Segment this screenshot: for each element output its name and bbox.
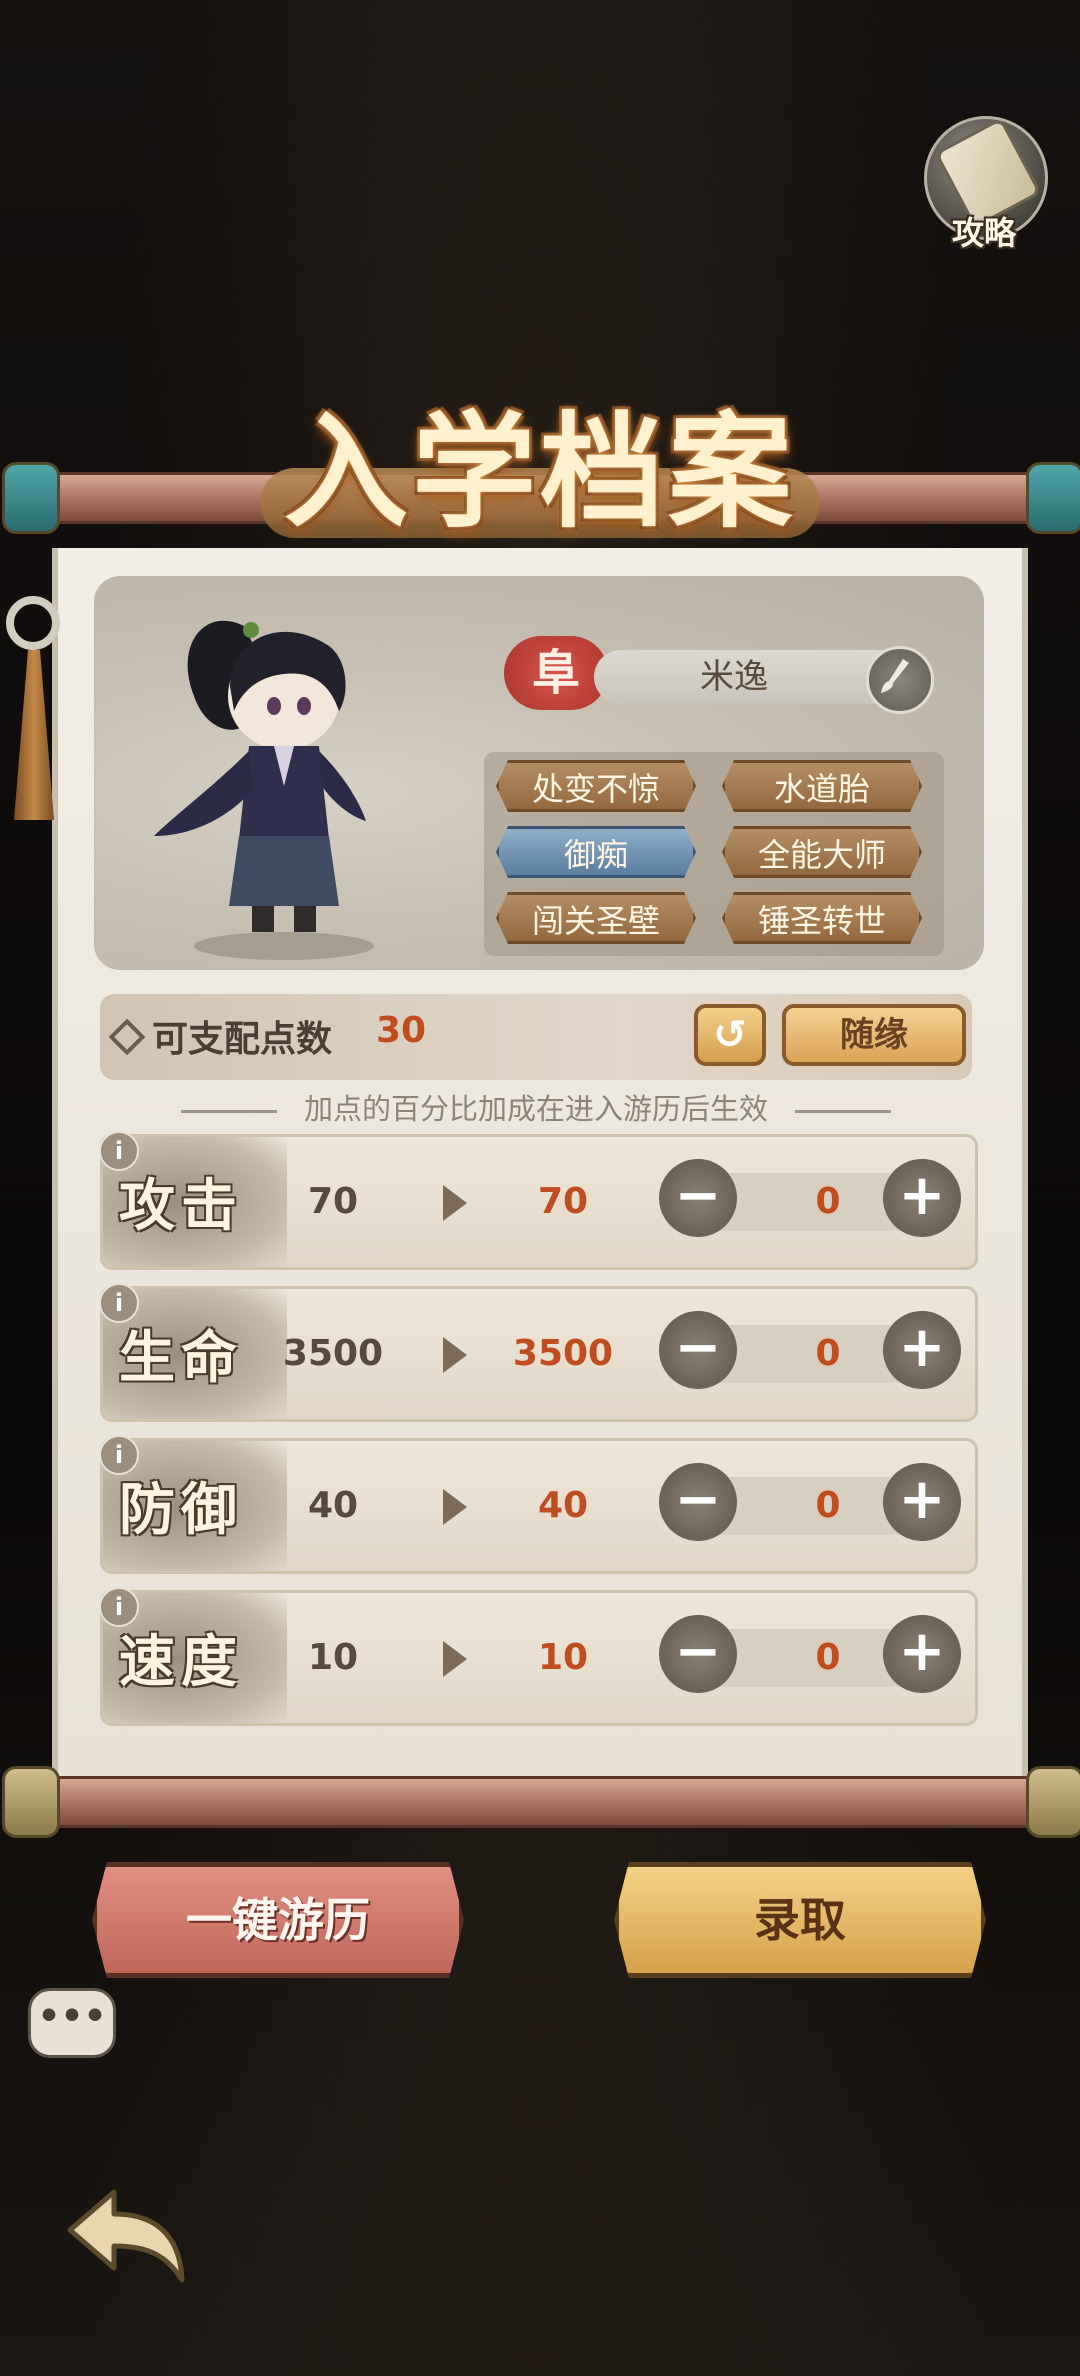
chat-bubble-icon: ••• — [37, 1996, 107, 2037]
decrease-button[interactable]: − — [659, 1311, 737, 1389]
arrow-right-icon — [443, 1337, 467, 1373]
stat-row-speed: 速度 i 10 10 − 0 + — [99, 1587, 978, 1726]
trait-tag-selected[interactable]: 御痴 — [496, 826, 696, 878]
trait-grid: 处变不惊 水道胎 御痴 全能大师 闯关圣壁 锤圣转世 — [484, 752, 944, 956]
stat-base-value: 10 — [307, 1637, 359, 1678]
back-arrow-icon — [67, 2189, 185, 2283]
rod-end-bottom-left — [2, 1766, 60, 1838]
character-figure — [154, 620, 374, 960]
increase-button[interactable]: + — [883, 1159, 961, 1237]
info-icon[interactable]: i — [99, 1435, 139, 1475]
decrease-button[interactable]: − — [659, 1615, 737, 1693]
guide-label: 攻略 — [951, 214, 1016, 252]
scroll-rod-bottom — [28, 1776, 1058, 1828]
hint-text-row: 加点的百分比加成在进入游历后生效 — [100, 1086, 972, 1126]
stat-base-value: 70 — [307, 1181, 359, 1222]
points-row: 可支配点数 30 ↺ 随缘 — [100, 994, 972, 1080]
stat-new-value: 3500 — [512, 1333, 614, 1374]
increase-button[interactable]: + — [883, 1311, 961, 1389]
trait-tag[interactable]: 闯关圣壁 — [496, 892, 696, 944]
points-value: 30 — [376, 1010, 427, 1051]
admit-button[interactable]: 录取 — [614, 1862, 986, 1978]
info-icon[interactable]: i — [99, 1131, 139, 1171]
page-title: 入学档案 — [283, 400, 796, 545]
divider — [795, 1109, 892, 1113]
stat-row-attack: 攻击 i 70 70 − 0 + — [99, 1131, 978, 1270]
reset-points-button[interactable]: ↺ — [694, 1004, 766, 1066]
stat-new-value: 10 — [537, 1637, 589, 1678]
info-icon[interactable]: i — [99, 1587, 139, 1627]
stat-added-points: 0 — [815, 1485, 841, 1526]
stat-added-points: 0 — [815, 1333, 841, 1374]
arrow-right-icon — [443, 1641, 467, 1677]
stat-base-value: 3500 — [282, 1333, 384, 1374]
tassel-ring-icon — [6, 596, 60, 650]
arrow-right-icon — [443, 1489, 467, 1525]
chat-button[interactable]: ••• — [28, 1988, 116, 2058]
arrow-right-icon — [443, 1185, 467, 1221]
diamond-icon — [108, 1018, 146, 1056]
increase-button[interactable]: + — [883, 1463, 961, 1541]
stat-new-value: 70 — [537, 1181, 589, 1222]
rod-end-bottom-right — [1026, 1766, 1080, 1838]
stat-base-value: 40 — [307, 1485, 359, 1526]
trait-tag[interactable]: 处变不惊 — [496, 760, 696, 812]
edit-name-button[interactable] — [866, 646, 934, 714]
stat-row-health: 生命 i 3500 3500 − 0 + — [99, 1283, 978, 1422]
hint-text: 加点的百分比加成在进入游历后生效 — [303, 1092, 768, 1126]
stat-added-points: 0 — [815, 1637, 841, 1678]
back-button[interactable] — [62, 2182, 192, 2292]
character-portrait — [134, 586, 434, 966]
rank-badge: 阜 — [504, 636, 608, 710]
guide-button[interactable]: 攻略 — [920, 112, 1050, 252]
title-banner: 入学档案 — [200, 398, 880, 548]
decrease-button[interactable]: − — [659, 1463, 737, 1541]
profile-card: 阜 米逸 处变不惊 水道胎 御痴 全能大师 闯关圣壁 锤圣转世 — [94, 576, 984, 970]
trait-tag[interactable]: 锤圣转世 — [722, 892, 922, 944]
stat-added-points: 0 — [815, 1181, 841, 1222]
divider — [180, 1109, 277, 1113]
stat-row-defense: 防御 i 40 40 − 0 + — [99, 1435, 978, 1574]
rod-end-left — [2, 462, 60, 534]
rod-end-right — [1026, 462, 1080, 534]
brush-icon — [881, 659, 909, 693]
trait-tag[interactable]: 全能大师 — [722, 826, 922, 878]
random-allocate-button[interactable]: 随缘 — [782, 1004, 966, 1066]
decrease-button[interactable]: − — [659, 1159, 737, 1237]
increase-button[interactable]: + — [883, 1615, 961, 1693]
undo-icon: ↺ — [713, 1012, 747, 1058]
info-icon[interactable]: i — [99, 1283, 139, 1323]
trait-tag[interactable]: 水道胎 — [722, 760, 922, 812]
points-label: 可支配点数 — [152, 1019, 333, 1060]
stat-new-value: 40 — [537, 1485, 589, 1526]
auto-travel-button[interactable]: 一键游历 — [92, 1862, 464, 1978]
